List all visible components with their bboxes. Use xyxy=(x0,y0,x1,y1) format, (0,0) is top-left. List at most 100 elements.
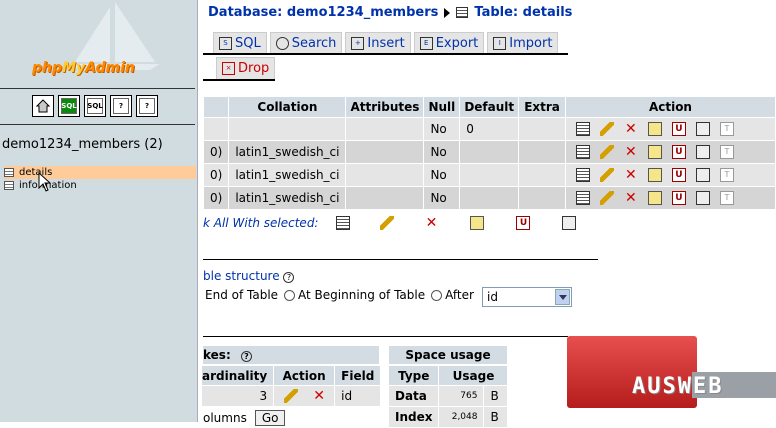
table-icon xyxy=(4,181,14,190)
fulltext-icon[interactable]: T xyxy=(719,168,734,182)
breadcrumb-database[interactable]: Database: demo1234_members xyxy=(208,5,438,20)
col-extra[interactable]: Extra xyxy=(519,97,565,117)
nav-icon-row: SQL SQL ? ? xyxy=(32,95,158,117)
unique-icon[interactable]: U xyxy=(671,168,686,182)
radio-after[interactable] xyxy=(431,289,443,301)
sidebar-table-information[interactable]: information xyxy=(4,179,196,192)
fulltext-icon[interactable]: T xyxy=(719,191,734,205)
edit-pencil-icon[interactable] xyxy=(284,389,299,403)
delete-x-icon[interactable]: ✕ xyxy=(624,145,638,159)
unique-icon[interactable]: U xyxy=(671,122,686,136)
tab-divider xyxy=(203,53,568,55)
table-row: 0) latin1_swedish_ci No ✕ U T xyxy=(204,141,775,163)
table-icon xyxy=(4,168,14,177)
browse-selected-icon[interactable] xyxy=(336,216,351,230)
sql-query-icon[interactable]: SQL xyxy=(58,95,80,117)
help-icon[interactable]: ? xyxy=(240,351,252,362)
row-actions: ✕ U T xyxy=(565,141,775,163)
col-null[interactable]: Null xyxy=(424,97,460,117)
delete-x-icon[interactable]: ✕ xyxy=(624,122,638,136)
primary-key-icon[interactable] xyxy=(647,191,662,205)
browse-icon[interactable] xyxy=(575,122,590,136)
check-all-link[interactable]: k All With selected: xyxy=(203,216,318,230)
index-icon[interactable] xyxy=(695,168,710,182)
after-field-select[interactable]: id xyxy=(482,287,572,307)
browse-icon[interactable] xyxy=(575,168,590,182)
primary-selected-icon[interactable] xyxy=(470,216,485,230)
col-index-action: Action xyxy=(274,366,335,385)
unique-selected-icon[interactable]: U xyxy=(516,216,531,230)
edit-pencil-icon[interactable] xyxy=(599,168,614,182)
primary-key-icon[interactable] xyxy=(647,168,662,182)
chevron-down-icon[interactable] xyxy=(555,289,570,305)
radio-beginning[interactable] xyxy=(284,289,296,301)
go-button[interactable]: Go xyxy=(254,410,286,426)
delete-x-icon[interactable]: ✕ xyxy=(624,191,638,205)
col-default[interactable]: Default xyxy=(460,97,519,117)
table-row: Index 2,048 B xyxy=(389,407,508,427)
export-icon: E xyxy=(419,37,433,50)
sidebar-table-details[interactable]: details xyxy=(4,166,196,179)
unique-icon[interactable]: U xyxy=(671,145,686,159)
divider xyxy=(0,124,195,125)
phpmyadmin-logo[interactable]: phpMyAdmin xyxy=(32,60,135,76)
delete-selected-icon[interactable]: ✕ xyxy=(424,216,438,230)
edit-pencil-icon[interactable] xyxy=(599,191,614,205)
index-icon[interactable] xyxy=(695,145,710,159)
browse-icon[interactable] xyxy=(575,145,590,159)
indexes-table: ardinality Action Field 3 ✕ id xyxy=(201,365,381,407)
tab-divider xyxy=(203,79,275,81)
table-row: Data 765 B xyxy=(389,386,508,406)
primary-key-icon[interactable] xyxy=(647,122,662,136)
divider xyxy=(203,259,598,260)
tab-sql[interactable]: S SQL xyxy=(213,32,267,54)
tab-import[interactable]: I Import xyxy=(487,32,559,54)
help-icon[interactable]: ? xyxy=(136,95,158,117)
breadcrumb-table[interactable]: Table: details xyxy=(474,5,572,20)
docs-icon[interactable]: ? xyxy=(110,95,132,117)
help-icon[interactable]: ? xyxy=(283,272,295,283)
col-attributes[interactable]: Attributes xyxy=(346,97,424,117)
space-usage-title: Space usage xyxy=(389,346,507,364)
col-action: Action xyxy=(565,97,775,117)
fulltext-icon[interactable]: T xyxy=(719,145,734,159)
with-selected-bar: k All With selected: ✕ U xyxy=(203,216,577,230)
primary-key-icon[interactable] xyxy=(647,145,662,159)
index-icon[interactable] xyxy=(695,122,710,136)
home-icon[interactable] xyxy=(32,95,54,117)
search-icon xyxy=(275,37,289,50)
structure-table-body: No 0 ✕ U T 0) latin1_swedish_ci No ✕ U T… xyxy=(204,118,775,209)
table-structure-link[interactable]: ble structure xyxy=(203,269,280,283)
col-field: Field xyxy=(335,366,381,385)
col-cardinality: ardinality xyxy=(202,366,274,385)
database-name-link[interactable]: demo1234_members (2) xyxy=(2,137,163,152)
divider xyxy=(0,88,195,89)
sql-icon: S xyxy=(219,37,232,50)
breadcrumb: Database: demo1234_members Table: detail… xyxy=(208,5,572,20)
after-label[interactable]: After xyxy=(445,288,474,302)
edit-pencil-icon[interactable] xyxy=(599,122,614,136)
tab-search[interactable]: Search xyxy=(269,32,343,54)
delete-x-icon[interactable]: ✕ xyxy=(312,389,326,403)
edit-selected-icon[interactable] xyxy=(380,216,395,230)
index-selected-icon[interactable] xyxy=(562,216,577,230)
row-actions: ✕ U T xyxy=(565,164,775,186)
fulltext-icon[interactable]: T xyxy=(719,122,734,136)
browse-icon[interactable] xyxy=(575,191,590,205)
tab-export[interactable]: E Export xyxy=(413,32,485,54)
chevron-right-icon xyxy=(444,7,451,18)
end-of-table-label[interactable]: End of Table xyxy=(205,288,278,302)
edit-pencil-icon[interactable] xyxy=(599,145,614,159)
delete-x-icon[interactable]: ✕ xyxy=(624,168,638,182)
sql-icon[interactable]: SQL xyxy=(84,95,106,117)
table-row: 0) latin1_swedish_ci No ✕ U T xyxy=(204,164,775,186)
tab-drop[interactable]: × Drop xyxy=(216,57,276,79)
beginning-label[interactable]: At Beginning of Table xyxy=(298,288,425,302)
add-field-section: ble structure ? xyxy=(203,269,295,283)
unique-icon[interactable]: U xyxy=(671,191,686,205)
col-collation[interactable]: Collation xyxy=(229,97,346,117)
tab-insert[interactable]: + Insert xyxy=(345,32,411,54)
tab-bar: S SQL Search + Insert E Export I Import xyxy=(213,32,559,54)
index-icon[interactable] xyxy=(695,191,710,205)
tab-bar-row2: × Drop xyxy=(216,57,276,79)
